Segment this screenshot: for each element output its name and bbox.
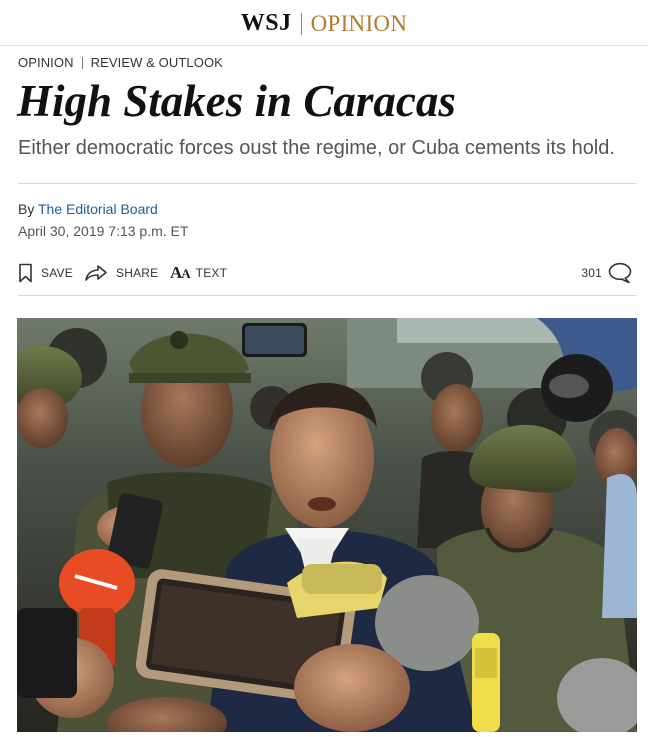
share-arrow-icon (84, 264, 108, 282)
masthead-logo[interactable]: WSJ OPINION (0, 10, 648, 37)
header-divider (18, 183, 636, 184)
breadcrumb-review-outlook-link[interactable]: REVIEW & OUTLOOK (91, 55, 223, 70)
comments-button[interactable]: 301 (581, 260, 632, 286)
article-dek: Either democratic forces oust the regime… (18, 137, 615, 159)
wsj-logo[interactable]: WSJ (241, 10, 292, 37)
bookmark-icon (18, 263, 33, 283)
article-timestamp: April 30, 2019 7:13 p.m. ET (18, 223, 189, 239)
text-label: TEXT (195, 266, 228, 280)
opinion-section-logo[interactable]: OPINION (311, 11, 408, 37)
save-label: SAVE (41, 266, 73, 280)
article-photo (17, 318, 637, 732)
article-toolbar: SAVE SHARE AA TEXT 301 (18, 260, 636, 286)
toolbar-divider (18, 295, 636, 296)
save-button[interactable]: SAVE (18, 260, 73, 286)
byline-prefix: By (18, 201, 35, 217)
masthead: WSJ OPINION (0, 0, 648, 46)
byline: By The Editorial Board (18, 201, 158, 217)
breadcrumb: OPINION REVIEW & OUTLOOK (18, 54, 223, 70)
breadcrumb-divider (81, 56, 83, 69)
press-scrum-photo-illustration (17, 318, 637, 732)
author-link[interactable]: The Editorial Board (38, 201, 158, 217)
share-button[interactable]: SHARE (84, 260, 158, 286)
breadcrumb-opinion-link[interactable]: OPINION (18, 55, 74, 70)
comment-count: 301 (581, 266, 602, 280)
comment-bubble-icon (608, 262, 632, 284)
text-size-icon: AA (170, 263, 191, 282)
text-size-button[interactable]: AA TEXT (170, 260, 227, 286)
article-headline: High Stakes in Caracas (17, 76, 456, 126)
share-label: SHARE (116, 266, 159, 280)
logo-divider (300, 12, 302, 35)
